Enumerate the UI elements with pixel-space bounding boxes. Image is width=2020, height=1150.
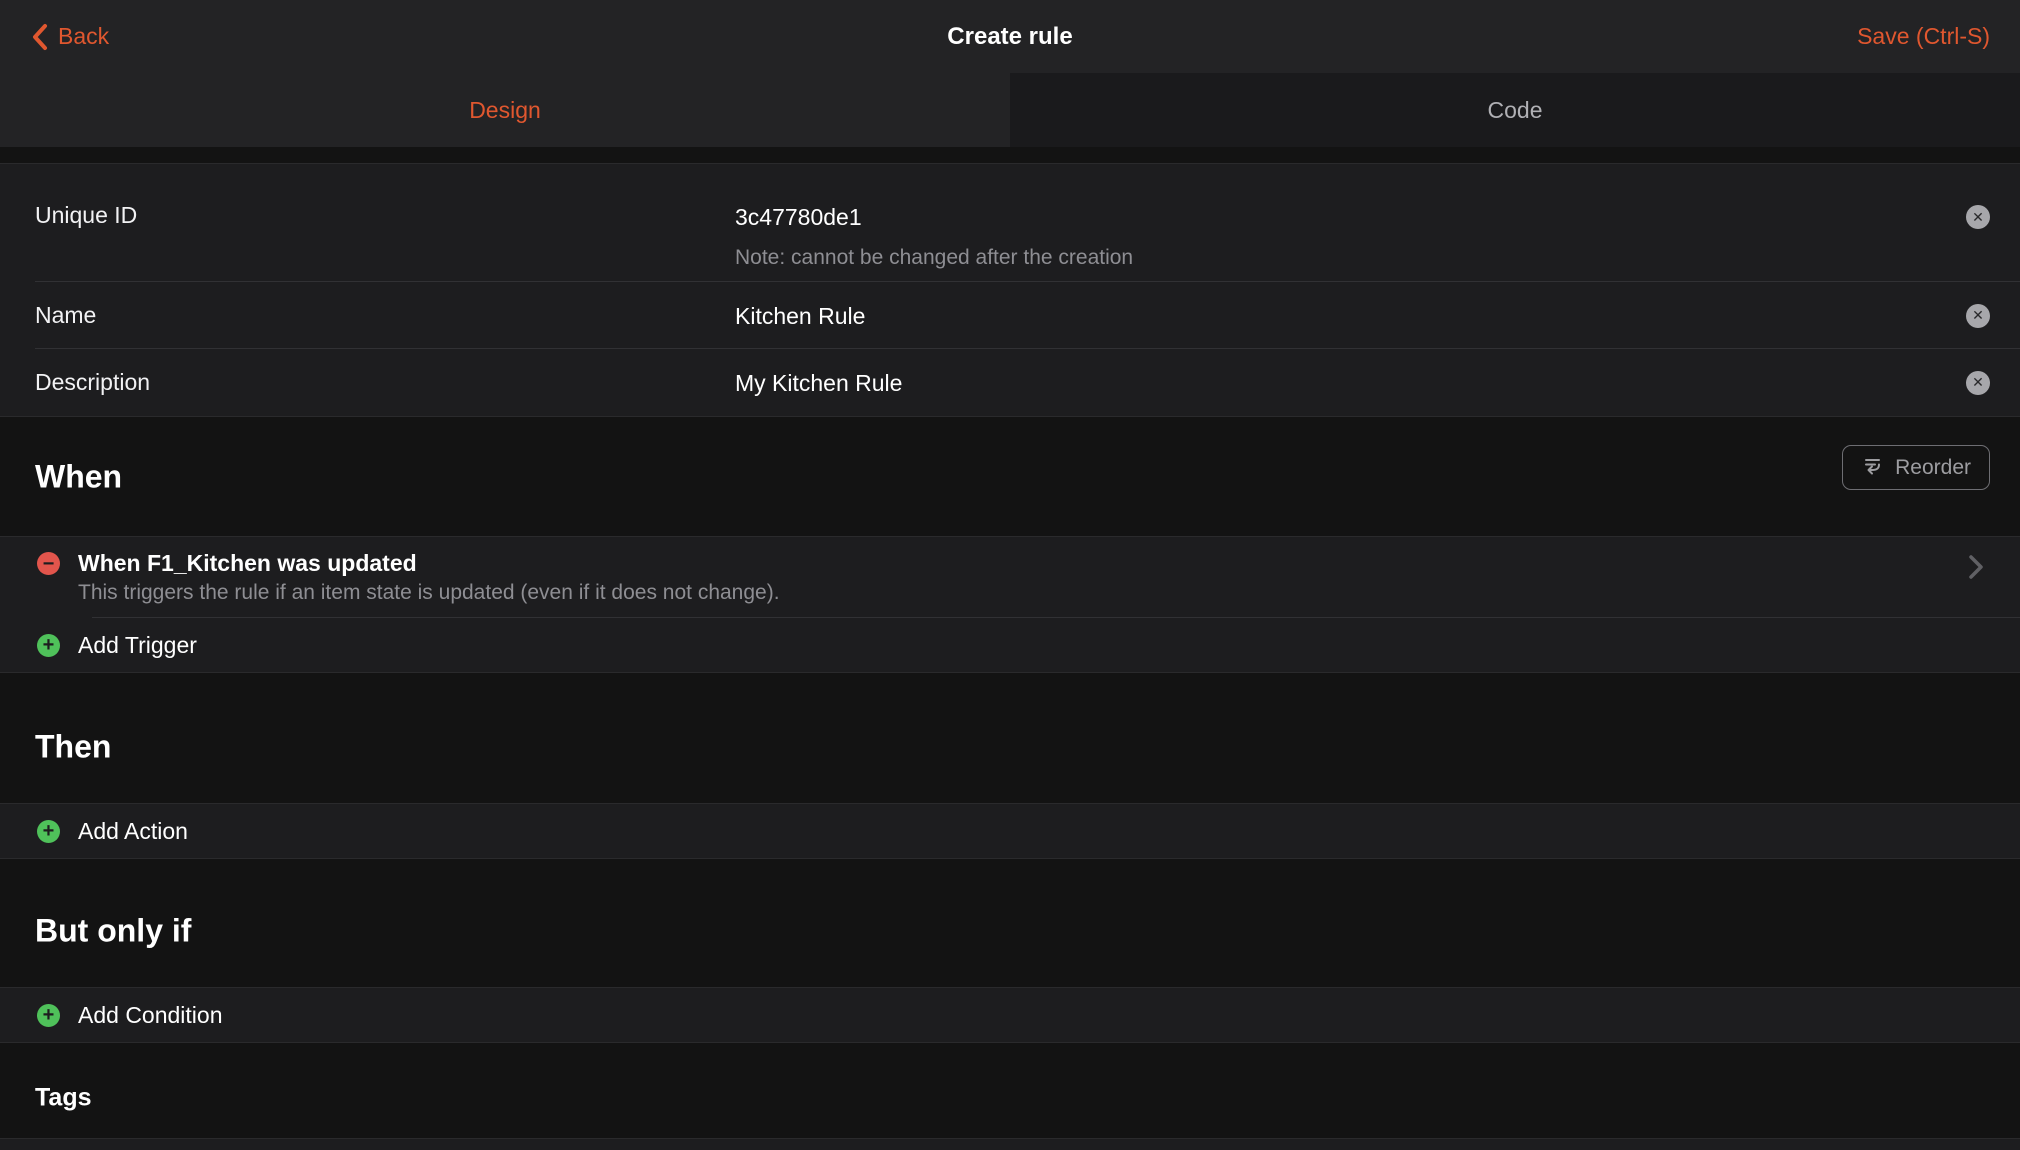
- unique-id-row: Unique ID 3c47780de1 Note: cannot be cha…: [0, 164, 2020, 282]
- when-title: When: [35, 458, 122, 495]
- conditions-card: + Add Condition: [0, 987, 2020, 1043]
- clear-description-icon[interactable]: ✕: [1966, 371, 1990, 395]
- add-action-label: Add Action: [78, 818, 188, 845]
- tab-code[interactable]: Code: [1010, 73, 2020, 147]
- trigger-description: This triggers the rule if an item state …: [78, 578, 780, 608]
- reorder-button[interactable]: Reorder: [1842, 445, 1990, 490]
- plus-icon: +: [37, 820, 60, 843]
- description-input[interactable]: My Kitchen Rule: [735, 368, 2020, 398]
- add-trigger-button[interactable]: + Add Trigger: [0, 618, 2020, 672]
- add-trigger-label: Add Trigger: [78, 632, 197, 659]
- description-label: Description: [35, 369, 735, 396]
- triggers-card: − When F1_Kitchen was updated This trigg…: [0, 536, 2020, 673]
- chevron-left-icon: [30, 22, 50, 52]
- but-only-if-title: But only if: [35, 912, 191, 949]
- tags-title: Tags: [35, 1084, 92, 1113]
- then-section-header: Then: [0, 690, 2020, 803]
- tab-bar: Design Code: [0, 73, 2020, 147]
- back-label: Back: [58, 23, 109, 50]
- back-button[interactable]: Back: [30, 22, 109, 52]
- actions-card: + Add Action: [0, 803, 2020, 859]
- name-input[interactable]: Kitchen Rule: [735, 301, 2020, 331]
- condition-section-header: But only if: [0, 874, 2020, 987]
- navbar: Back Create rule Save (Ctrl-S): [0, 0, 2020, 73]
- tags-card: Semantic Class: [0, 1138, 2020, 1150]
- unique-id-note: Note: cannot be changed after the creati…: [735, 245, 2020, 271]
- add-condition-label: Add Condition: [78, 1002, 223, 1029]
- plus-icon: +: [37, 634, 60, 657]
- tab-design[interactable]: Design: [0, 73, 1010, 147]
- page-title: Create rule: [947, 23, 1072, 51]
- clear-name-icon[interactable]: ✕: [1966, 304, 1990, 328]
- save-button[interactable]: Save (Ctrl-S): [1857, 23, 1990, 50]
- plus-icon: +: [37, 1004, 60, 1027]
- trigger-item[interactable]: − When F1_Kitchen was updated This trigg…: [0, 537, 2020, 618]
- reorder-icon: [1861, 453, 1884, 482]
- tags-section-header: Tags: [0, 1058, 2020, 1138]
- unique-id-input[interactable]: 3c47780de1: [735, 202, 2020, 232]
- description-row: Description My Kitchen Rule ✕: [0, 349, 2020, 416]
- add-action-button[interactable]: + Add Action: [0, 804, 2020, 858]
- remove-trigger-icon[interactable]: −: [37, 552, 60, 575]
- clear-unique-id-icon[interactable]: ✕: [1966, 205, 1990, 229]
- name-row: Name Kitchen Rule ✕: [0, 282, 2020, 349]
- then-title: Then: [35, 728, 111, 765]
- semantic-class-row[interactable]: Semantic Class: [0, 1139, 2020, 1150]
- chevron-right-icon: [1968, 554, 1984, 585]
- when-section-header: When Reorder: [0, 417, 2020, 536]
- reorder-label: Reorder: [1895, 456, 1971, 480]
- name-label: Name: [35, 302, 735, 329]
- add-condition-button[interactable]: + Add Condition: [0, 988, 2020, 1042]
- trigger-title: When F1_Kitchen was updated: [78, 548, 780, 578]
- unique-id-label: Unique ID: [35, 164, 735, 229]
- rule-info-card: Unique ID 3c47780de1 Note: cannot be cha…: [0, 163, 2020, 417]
